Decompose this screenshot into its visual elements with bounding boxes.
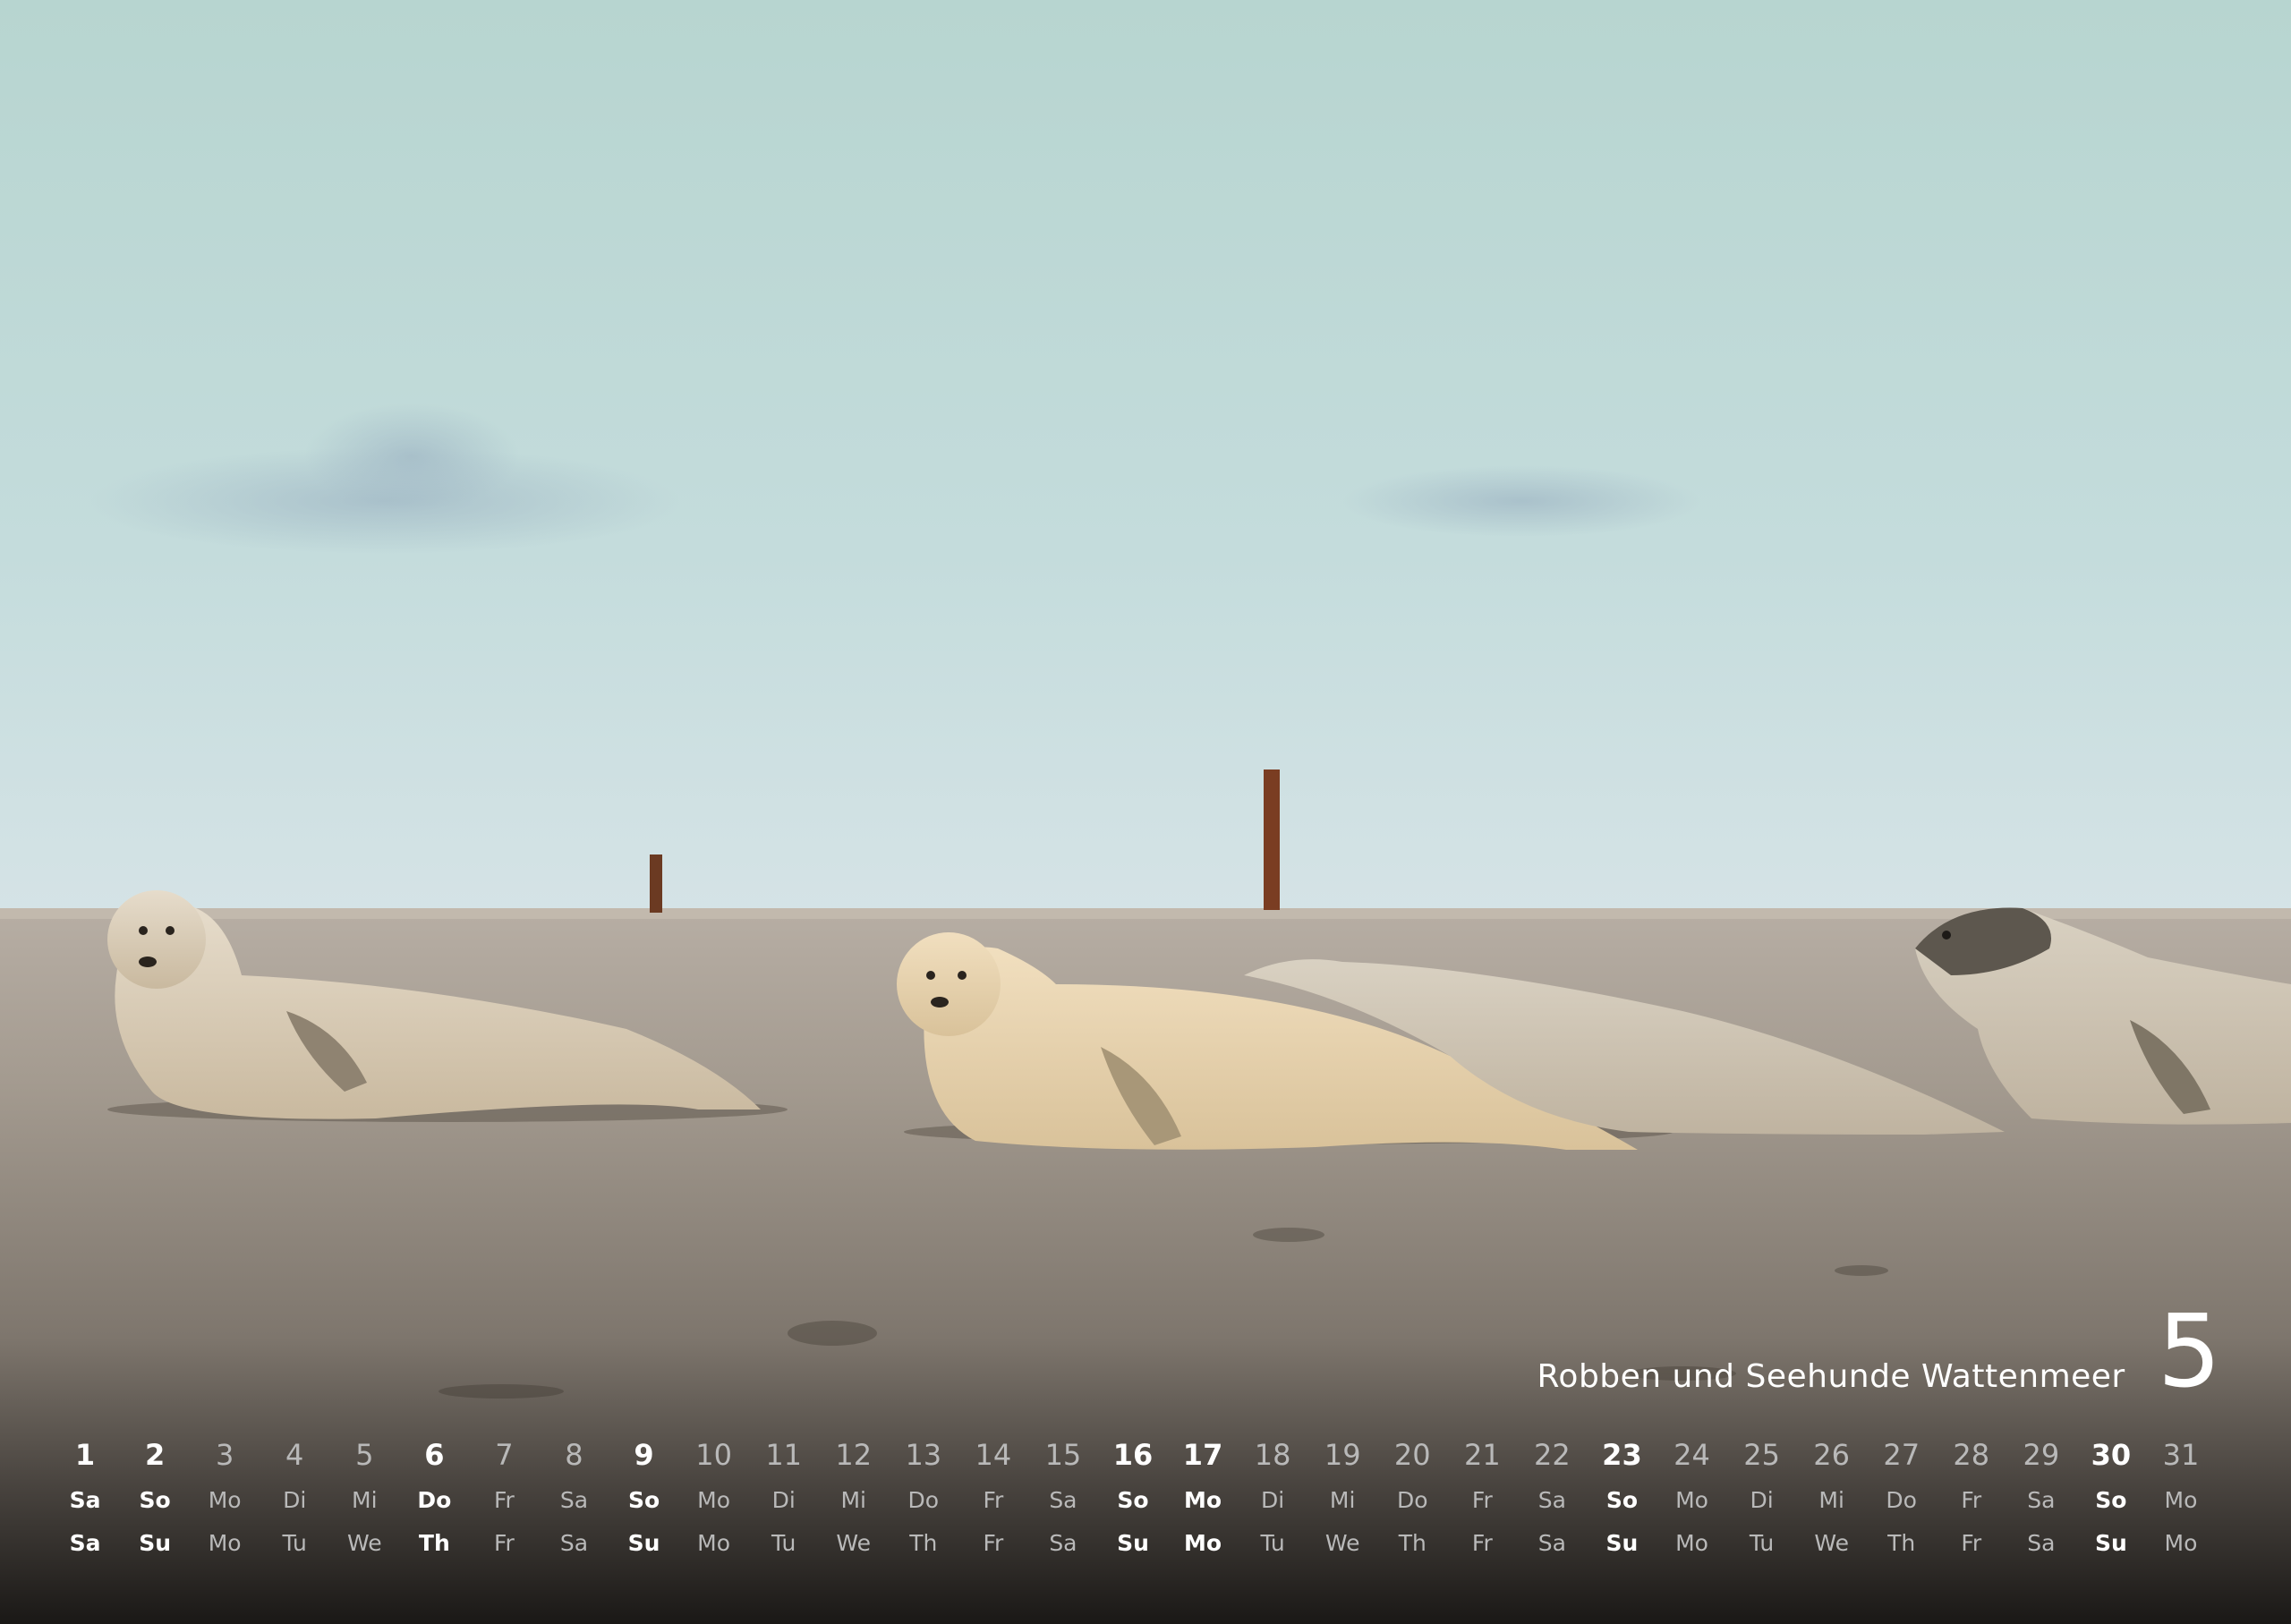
weekday-de: So <box>1117 1487 1149 1513</box>
weekday-en: Tu <box>1260 1530 1285 1556</box>
day-number: 6 <box>424 1438 445 1472</box>
weekday-de: So <box>1605 1487 1639 1513</box>
day-number: 22 <box>1534 1438 1571 1472</box>
weekday-en: Mo <box>208 1530 242 1556</box>
day-number: 15 <box>1044 1438 1082 1472</box>
weekday-en: Sa <box>1049 1530 1077 1556</box>
weekday-en: We <box>1814 1530 1849 1556</box>
weekday-de: Sa <box>2027 1487 2056 1513</box>
day-number: 18 <box>1254 1438 1291 1472</box>
weekday-en: Tu <box>1749 1530 1775 1556</box>
weekday-en: Su <box>1605 1530 1639 1556</box>
weekday-de: Fr <box>1961 1487 1982 1513</box>
weekday-de: So <box>2095 1487 2127 1513</box>
day-number: 31 <box>2162 1438 2200 1472</box>
weekday-en: Fr <box>493 1530 515 1556</box>
day-number: 8 <box>565 1438 583 1472</box>
weekday-en: Mo <box>1675 1530 1708 1556</box>
weekday-en: Mo <box>697 1530 731 1556</box>
weekday-de: Mi <box>840 1487 866 1513</box>
month-number: 5 <box>2157 1294 2221 1410</box>
weekday-de: Mo <box>1184 1487 1222 1513</box>
weekday-de: Do <box>1886 1487 1917 1513</box>
day-number: 30 <box>2091 1438 2132 1472</box>
day-number: 25 <box>1743 1438 1780 1472</box>
day-number: 12 <box>835 1438 873 1472</box>
weekday-de: Mo <box>2164 1487 2198 1513</box>
weekday-en: Su <box>2094 1530 2127 1556</box>
weekday-en: Sa <box>2027 1530 2056 1556</box>
weekday-de: Sa <box>1537 1487 1566 1513</box>
weekday-de: Sa <box>69 1487 101 1513</box>
weekday-de: Sa <box>559 1487 589 1513</box>
day-number: 10 <box>695 1438 732 1472</box>
weekday-de: Do <box>907 1487 940 1513</box>
weekday-en: Mo <box>2164 1530 2198 1556</box>
weekday-de: Sa <box>1049 1487 1077 1513</box>
weekday-de: So <box>139 1487 171 1513</box>
calendar-header: Robben und Seehunde Wattenmeer 5 <box>1537 1302 2221 1402</box>
day-number: 19 <box>1324 1438 1361 1472</box>
day-number: 9 <box>634 1438 654 1472</box>
day-number: 20 <box>1393 1438 1431 1472</box>
weekday-en: We <box>836 1530 872 1556</box>
day-number: 29 <box>2023 1438 2060 1472</box>
calendar-page: Robben und Seehunde Wattenmeer 5 1234567… <box>0 0 2291 1624</box>
weekday-en: Fr <box>1961 1530 1982 1556</box>
weekday-en: Su <box>1117 1530 1149 1556</box>
weekday-en: Sa <box>1537 1530 1566 1556</box>
weekday-en: Fr <box>1471 1530 1493 1556</box>
day-number: 16 <box>1112 1438 1154 1472</box>
day-number: 26 <box>1813 1438 1850 1472</box>
day-number: 2 <box>144 1438 166 1472</box>
weekday-de: Di <box>1750 1487 1774 1513</box>
calendar-title: Robben und Seehunde Wattenmeer <box>1537 1358 2125 1395</box>
weekday-de: Mi <box>1329 1487 1356 1513</box>
weekday-en: Th <box>1398 1530 1427 1556</box>
day-number: 11 <box>765 1438 803 1472</box>
weekday-de: Mo <box>697 1487 731 1513</box>
weekday-de: Do <box>417 1487 452 1513</box>
weekday-en: Su <box>139 1530 171 1556</box>
weekday-de: Di <box>283 1487 307 1513</box>
day-number: 4 <box>285 1438 304 1472</box>
weekday-de: Fr <box>1471 1487 1493 1513</box>
weekday-de: Mi <box>1818 1487 1844 1513</box>
day-number: 13 <box>905 1438 942 1472</box>
day-number: 21 <box>1463 1438 1501 1472</box>
day-number: 28 <box>1953 1438 1990 1472</box>
weekday-en: Th <box>1887 1530 1916 1556</box>
weekday-en: Fr <box>983 1530 1004 1556</box>
day-number: 24 <box>1674 1438 1710 1472</box>
weekday-de: Mo <box>1675 1487 1708 1513</box>
day-number: 14 <box>975 1438 1012 1472</box>
day-number: 23 <box>1602 1438 1642 1472</box>
weekday-de: So <box>627 1487 660 1513</box>
weekday-de: Fr <box>493 1487 515 1513</box>
day-number: 1 <box>74 1438 96 1472</box>
weekday-en: Th <box>909 1530 938 1556</box>
day-number: 7 <box>495 1438 514 1472</box>
weekday-de: Do <box>1396 1487 1428 1513</box>
weekday-en: Th <box>418 1530 450 1556</box>
weekday-en: Tu <box>771 1530 796 1556</box>
weekday-de: Fr <box>983 1487 1004 1513</box>
weekday-en: Su <box>627 1530 660 1556</box>
day-number: 17 <box>1182 1438 1223 1472</box>
weekday-en: Sa <box>69 1530 101 1556</box>
weekday-de: Di <box>771 1487 796 1513</box>
weekday-en: We <box>1324 1530 1360 1556</box>
weekday-de: Mo <box>208 1487 242 1513</box>
weekday-en: Sa <box>559 1530 589 1556</box>
weekday-en: We <box>346 1530 382 1556</box>
weekday-en: Tu <box>282 1530 307 1556</box>
weekday-de: Di <box>1261 1487 1285 1513</box>
day-number: 3 <box>215 1438 234 1472</box>
weekday-de: Mi <box>352 1487 378 1513</box>
day-number: 27 <box>1883 1438 1921 1472</box>
day-number: 5 <box>355 1438 374 1472</box>
weekday-en: Mo <box>1184 1530 1222 1556</box>
calendar-strip: 1 2 3 4 5 6 7 8 9 10 11 12 13 14 15 16 17 18 19 20 21 22 23 24 2… <box>50 1441 2216 1559</box>
